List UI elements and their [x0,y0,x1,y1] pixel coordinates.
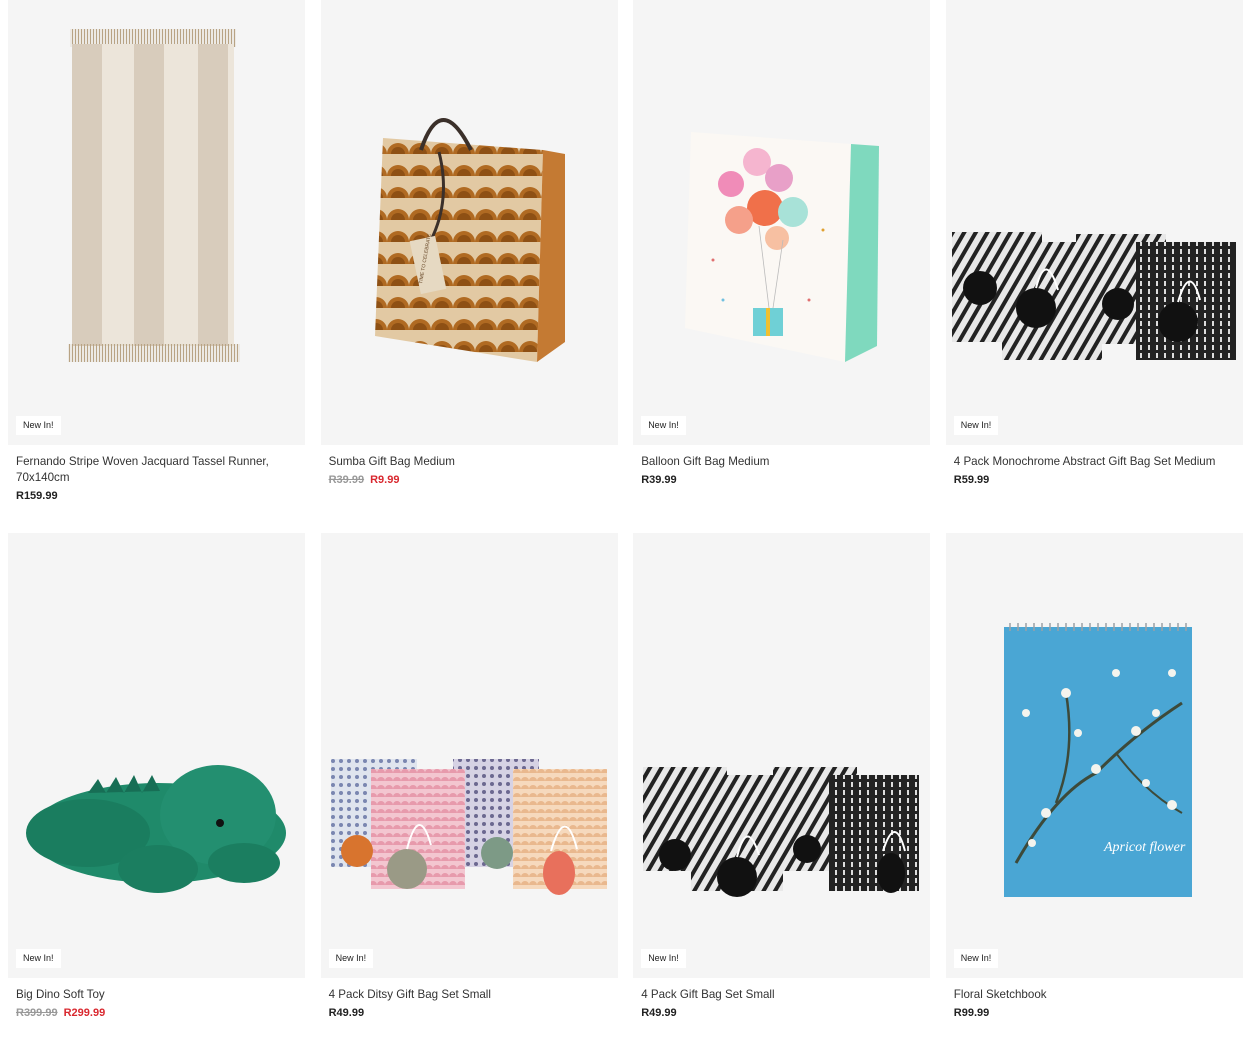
monochrome-bags-image [951,232,1236,360]
product-price: R99.99 [954,1007,1235,1019]
product-name[interactable]: Balloon Gift Bag Medium [641,454,922,470]
product-card[interactable]: New In! Fernando Stripe Woven Jacquard T… [8,0,305,533]
product-image[interactable]: New In! [633,533,931,978]
new-in-badge: New In! [953,416,999,435]
new-in-badge: New In! [641,949,686,968]
product-name[interactable]: 4 Pack Gift Bag Set Small [641,987,922,1003]
product-image[interactable]: New In! [945,0,1243,445]
regular-price: R159.99 [16,490,58,502]
product-price: R59.99 [954,474,1235,486]
sketchbook-image: Apricot flower [1003,623,1192,897]
product-card[interactable]: TIME TO CELEBRATE Sumba Gift Bag Medium … [320,0,618,533]
product-card[interactable]: New In! 4 Pack Gift Bag Set Small R49.99 [633,533,931,1050]
product-price: R39.99 [641,474,922,486]
runner-image [68,29,240,362]
product-price: R39.99 R9.99 [329,474,610,486]
product-card[interactable]: New In! Balloon Gift Bag Medium R39.99 [633,0,931,533]
sale-price: R9.99 [370,474,400,486]
sumba-bag-image: TIME TO CELEBRATE [374,118,565,362]
regular-price: R99.99 [953,1007,990,1019]
product-name[interactable]: 4 Pack Monochrome Abstract Gift Bag Set … [954,454,1235,470]
new-in-badge: New In! [641,416,686,435]
regular-price: R59.99 [953,474,990,486]
product-price: R159.99 [16,490,297,502]
product-price: R399.99 R299.99 [16,1007,297,1019]
product-card[interactable]: New In! 4 Pack Monochrome Abstract Gift … [945,0,1243,533]
dino-toy-image [26,765,286,893]
sketchbook-title: Apricot flower [1103,840,1186,855]
new-in-badge: New In! [16,949,61,968]
product-name[interactable]: Fernando Stripe Woven Jacquard Tassel Ru… [16,454,297,486]
regular-price: R49.99 [328,1007,365,1019]
was-price: R399.99 [16,1007,58,1019]
product-image[interactable]: TIME TO CELEBRATE [320,0,618,445]
product-image[interactable]: New In! [8,0,305,445]
product-image[interactable]: New In! [320,533,618,978]
regular-price: R39.99 [641,474,677,486]
new-in-badge: New In! [328,949,374,968]
regular-price: R49.99 [641,1007,677,1019]
product-grid: New In! Fernando Stripe Woven Jacquard T… [8,0,1243,1050]
product-image[interactable]: New In! [8,533,305,978]
product-name[interactable]: Sumba Gift Bag Medium [329,454,610,470]
product-card[interactable]: New In! Big Dino Soft Toy R399.99 R299.99 [8,533,305,1050]
product-name[interactable]: 4 Pack Ditsy Gift Bag Set Small [329,987,610,1003]
product-image[interactable]: New In! [633,0,931,445]
product-price: R49.99 [641,1007,922,1019]
product-name[interactable]: Floral Sketchbook [954,987,1235,1003]
product-name[interactable]: Big Dino Soft Toy [16,987,297,1003]
new-in-badge: New In! [953,949,999,968]
ditsy-bags-image [330,759,607,895]
product-card[interactable]: Apricot flower New In! Floral Sketchbook… [945,533,1243,1050]
was-price: R39.99 [328,474,365,486]
balloon-bag-image [685,132,880,362]
product-price: R49.99 [329,1007,610,1019]
product-image[interactable]: Apricot flower New In! [945,533,1243,978]
new-in-badge: New In! [16,416,61,435]
sale-price: R299.99 [63,1007,106,1019]
product-card[interactable]: New In! 4 Pack Ditsy Gift Bag Set Small … [320,533,618,1050]
gift-bags-small-image [643,767,920,897]
